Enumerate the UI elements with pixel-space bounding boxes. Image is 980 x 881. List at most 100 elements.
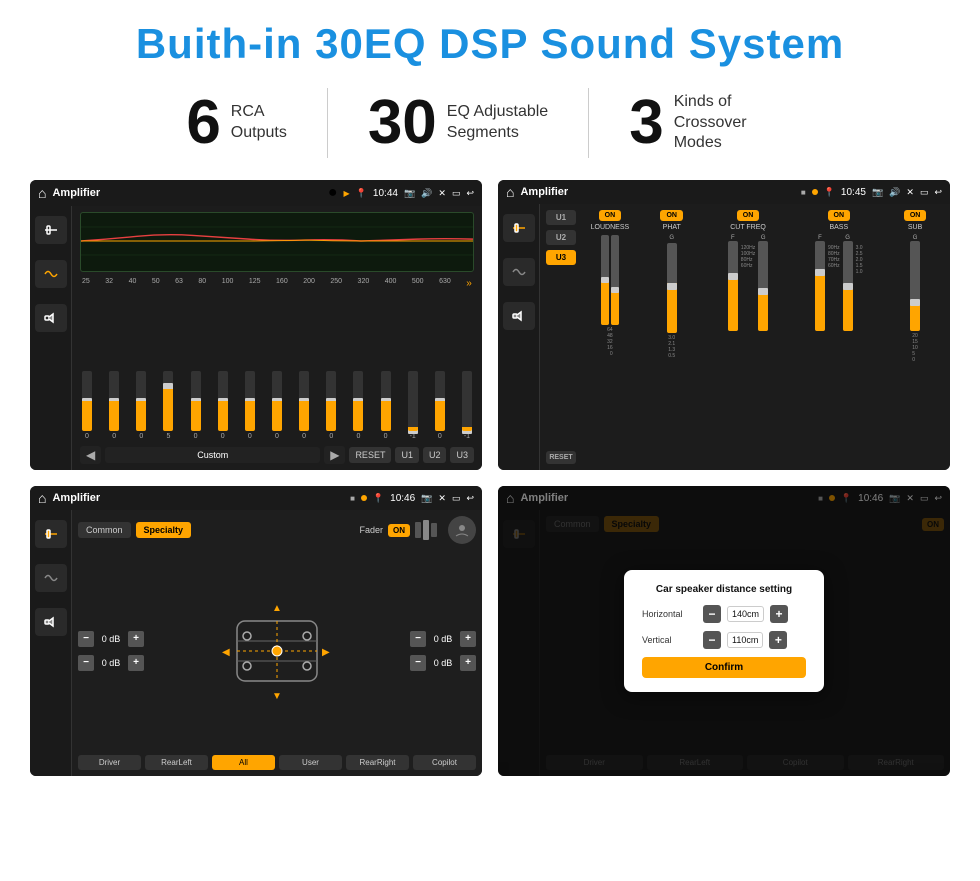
dialog-horizontal-minus[interactable]: −: [703, 605, 721, 623]
eq-slider-6[interactable]: 0: [245, 360, 255, 440]
crossover-back-icon[interactable]: ↩: [934, 187, 942, 198]
fader-fr-minus[interactable]: −: [410, 631, 426, 647]
eq-slider-3[interactable]: 5: [163, 360, 173, 440]
eq-slider-0[interactable]: 0: [82, 360, 92, 440]
eq-next-btn[interactable]: ▶: [324, 446, 345, 464]
fader-rl-plus[interactable]: +: [128, 655, 144, 671]
loudness-slider-r[interactable]: [611, 235, 619, 325]
fader-sidebar-wave-btn[interactable]: [35, 564, 67, 592]
fader-home-icon[interactable]: ⌂: [38, 490, 46, 506]
eq-camera-icon: 📷: [404, 188, 415, 199]
loudness-toggle[interactable]: ON: [599, 210, 622, 221]
loudness-slider-l[interactable]: [601, 235, 609, 325]
eq-slider-13[interactable]: 0: [435, 360, 445, 440]
eq-slider-2[interactable]: 0: [136, 360, 146, 440]
car-diagram: ▲ ▼ ◀ ▶: [148, 550, 406, 751]
fader-status-bar: ⌂ Amplifier ■ 📍 10:46 📷 ✕ ▭ ↩: [30, 486, 482, 510]
bass-slider-f[interactable]: [815, 241, 825, 331]
fader-specialty-tab[interactable]: Specialty: [136, 522, 192, 538]
svg-text:◀: ◀: [222, 647, 230, 658]
fader-fl-minus[interactable]: −: [78, 631, 94, 647]
eq-u2-btn[interactable]: U2: [423, 447, 447, 463]
sub-label: SUB: [908, 224, 922, 231]
stat-rca-label: RCA Outputs: [231, 102, 287, 144]
bass-toggle[interactable]: ON: [828, 210, 851, 221]
crossover-sidebar-speaker-btn[interactable]: [503, 302, 535, 330]
dialog-vertical-plus[interactable]: +: [769, 631, 787, 649]
eq-slider-1[interactable]: 0: [109, 360, 119, 440]
fader-copilot-btn[interactable]: Copilot: [413, 755, 476, 770]
eq-slider-12[interactable]: -1: [408, 360, 418, 440]
fader-rearright-btn[interactable]: RearRight: [346, 755, 409, 770]
eq-u3-btn[interactable]: U3: [450, 447, 474, 463]
fader-fr-plus[interactable]: +: [460, 631, 476, 647]
fader-driver-btn[interactable]: Driver: [78, 755, 141, 770]
crossover-content: U1 U2 U3 RESET ON LOUDNESS: [498, 204, 950, 470]
fader-sidebar-speaker-btn[interactable]: [35, 608, 67, 636]
eq-slider-9[interactable]: 0: [326, 360, 336, 440]
eq-slider-11[interactable]: 0: [381, 360, 391, 440]
crossover-u1-btn[interactable]: U1: [546, 210, 576, 225]
dialog-horizontal-row: Horizontal − 140cm +: [642, 605, 806, 623]
crossover-reset-btn[interactable]: RESET: [546, 451, 576, 464]
sub-toggle[interactable]: ON: [904, 210, 927, 221]
eq-reset-btn[interactable]: RESET: [349, 447, 391, 463]
fader-label: Fader: [359, 525, 383, 535]
dialog-vertical-value: 110cm: [727, 632, 763, 648]
fader-rr-minus[interactable]: −: [410, 655, 426, 671]
crossover-status-bar: ⌂ Amplifier ■ 📍 10:45 📷 🔊 ✕ ▭ ↩: [498, 180, 950, 204]
eq-slider-10[interactable]: 0: [353, 360, 363, 440]
crossover-volume-icon: 🔊: [889, 187, 900, 198]
channel-loudness: ON LOUDNESS: [581, 210, 639, 464]
crossover-u3-btn[interactable]: U3: [546, 250, 576, 265]
fader-fr-value: 0 dB: [429, 634, 457, 644]
eq-home-icon[interactable]: ⌂: [38, 185, 46, 201]
fader-rl-value: 0 dB: [97, 658, 125, 668]
bass-slider-g[interactable]: [843, 241, 853, 331]
eq-sidebar-eq-btn[interactable]: [35, 216, 67, 244]
crossover-home-icon[interactable]: ⌂: [506, 184, 514, 200]
eq-x-icon: ✕: [438, 188, 446, 199]
crossover-u2-btn[interactable]: U2: [546, 230, 576, 245]
fader-bottom-btns: Driver RearLeft All User RearRight Copil…: [78, 755, 476, 770]
crossover-sidebar-wave-btn[interactable]: [503, 258, 535, 286]
dialog-vertical-minus[interactable]: −: [703, 631, 721, 649]
dialog-horizontal-plus[interactable]: +: [770, 605, 788, 623]
eq-slider-7[interactable]: 0: [272, 360, 282, 440]
cutfreq-slider-f[interactable]: [728, 241, 738, 331]
fader-sidebar-eq-btn[interactable]: [35, 520, 67, 548]
eq-u1-btn[interactable]: U1: [395, 447, 419, 463]
eq-slider-4[interactable]: 0: [191, 360, 201, 440]
fader-user-btn[interactable]: User: [279, 755, 342, 770]
sub-slider[interactable]: [910, 241, 920, 331]
fader-rr-plus[interactable]: +: [460, 655, 476, 671]
fader-back-icon[interactable]: ↩: [466, 493, 474, 504]
crossover-battery-icon: ▭: [920, 187, 929, 198]
fader-toggle-btn[interactable]: ON: [388, 524, 410, 537]
fader-fl-plus[interactable]: +: [128, 631, 144, 647]
fader-all-btn[interactable]: All: [212, 755, 275, 770]
eq-slider-5[interactable]: 0: [218, 360, 228, 440]
dialog-confirm-btn[interactable]: Confirm: [642, 657, 806, 678]
fader-left-controls: − 0 dB + − 0 dB +: [78, 550, 144, 751]
phat-toggle[interactable]: ON: [660, 210, 683, 221]
fader-rl-control: − 0 dB +: [78, 655, 144, 671]
cutfreq-toggle[interactable]: ON: [737, 210, 760, 221]
stat-rca: 6 RCA Outputs: [146, 92, 327, 154]
eq-slider-8[interactable]: 0: [299, 360, 309, 440]
fader-rearleft-btn[interactable]: RearLeft: [145, 755, 208, 770]
fader-common-tab[interactable]: Common: [78, 522, 131, 538]
crossover-sidebar-eq-btn[interactable]: [503, 214, 535, 242]
eq-sidebar-speaker-btn[interactable]: [35, 304, 67, 332]
phat-slider[interactable]: [667, 243, 677, 333]
dialog-title: Car speaker distance setting: [642, 584, 806, 595]
eq-back-icon[interactable]: ↩: [466, 188, 474, 199]
eq-slider-14[interactable]: -1: [462, 360, 472, 440]
cutfreq-slider-g[interactable]: [758, 241, 768, 331]
eq-prev-btn[interactable]: ◀: [80, 446, 101, 464]
eq-sidebar-wave-btn[interactable]: [35, 260, 67, 288]
svg-text:▲: ▲: [272, 603, 282, 614]
dialog-vertical-label: Vertical: [642, 635, 697, 645]
eq-main-area: 25 32 40 50 63 80 100 125 160 200 250 32…: [72, 206, 482, 470]
fader-rl-minus[interactable]: −: [78, 655, 94, 671]
